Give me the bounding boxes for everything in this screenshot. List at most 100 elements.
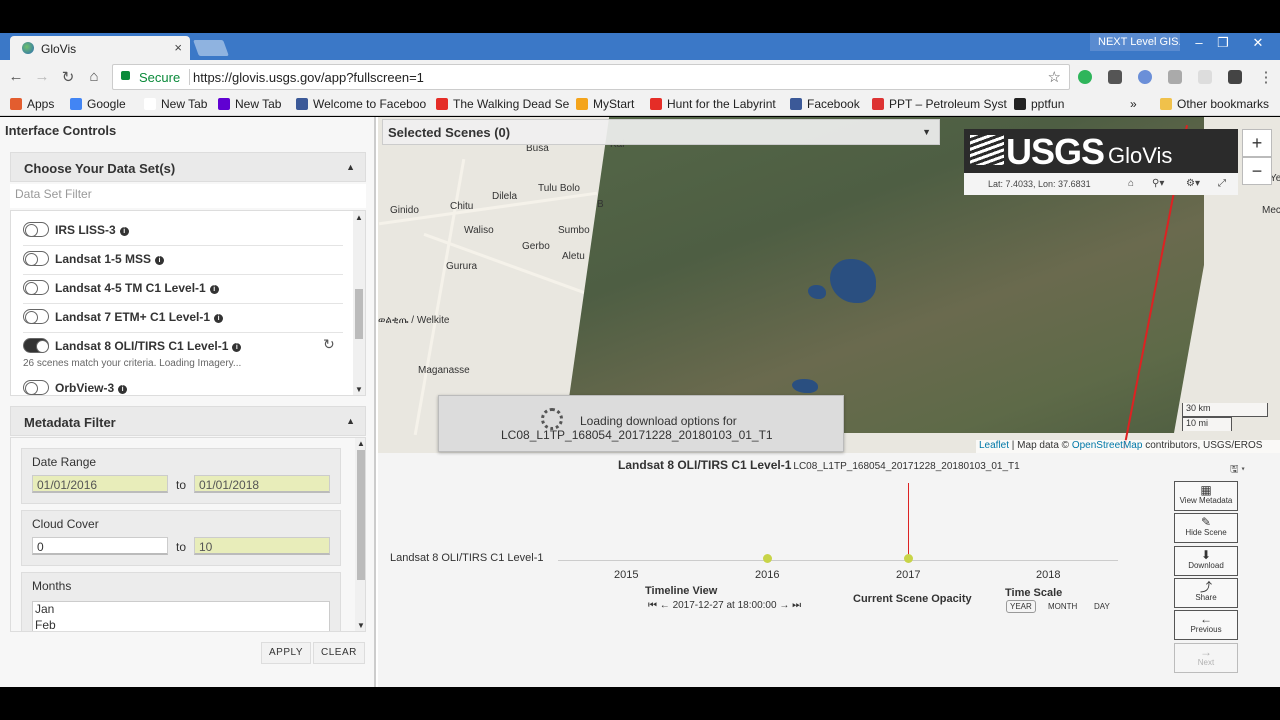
cloud-to-input[interactable]: 10 (194, 537, 330, 555)
bookmark-item[interactable]: New Tab (218, 97, 281, 111)
share-button[interactable]: ⤴ Share (1174, 578, 1238, 608)
scroll-thumb[interactable] (355, 289, 363, 339)
clear-button[interactable]: CLEAR (313, 642, 365, 664)
last-icon[interactable]: ⏭ (792, 600, 801, 611)
apply-button[interactable]: APPLY (261, 642, 311, 664)
grammarly-icon[interactable] (1078, 70, 1092, 84)
forward-button[interactable]: → (32, 68, 52, 85)
divider (23, 245, 343, 246)
star-icon[interactable]: ☆ (1048, 68, 1061, 86)
scroll-thumb[interactable] (357, 450, 365, 580)
scene-dot[interactable] (763, 554, 772, 563)
scale-month-button[interactable]: MONTH (1048, 602, 1077, 611)
bookmarks-bar: Apps Google New Tab New Tab Welcome to F… (0, 94, 1280, 116)
dataset-toggle[interactable] (23, 280, 49, 295)
month-option[interactable]: Jan (33, 602, 329, 618)
collapse-icon[interactable]: ▲ (346, 162, 355, 172)
dataset-filter-input[interactable]: Data Set Filter (10, 184, 366, 208)
first-icon[interactable]: ⏮ (648, 600, 657, 611)
info-icon[interactable]: i (155, 256, 165, 265)
scale-year-button[interactable]: YEAR (1006, 600, 1036, 613)
download-button[interactable]: ⬇ Download (1174, 546, 1238, 576)
dataset-toggle[interactable] (23, 380, 49, 395)
new-tab-button[interactable] (193, 40, 229, 56)
month-option[interactable]: Feb (33, 618, 329, 631)
arrow-right-icon: → (1200, 645, 1212, 659)
osm-link[interactable]: OpenStreetMap (1072, 440, 1143, 451)
chevron-down-icon[interactable]: ▼ (922, 127, 931, 137)
extension-icon[interactable] (1138, 70, 1152, 84)
dataset-scrollbar[interactable]: ▲ ▼ (353, 211, 365, 395)
other-bookmarks[interactable]: Other bookmarks (1160, 97, 1269, 111)
dataset-toggle-on[interactable] (23, 338, 49, 353)
bookmark-item[interactable]: The Walking Dead Se (436, 97, 569, 111)
hide-scene-button[interactable]: ✎ Hide Scene (1174, 513, 1238, 543)
scroll-down-icon[interactable]: ▼ (353, 385, 365, 394)
months-select[interactable]: Jan Feb (32, 601, 330, 631)
datasets-header[interactable]: Choose Your Data Set(s) ▲ (10, 152, 366, 182)
dataset-toggle[interactable] (23, 309, 49, 324)
scroll-down-icon[interactable]: ▼ (355, 621, 365, 630)
fullscreen-icon[interactable]: ⤢ (1218, 178, 1226, 189)
browser-toolbar: ← → ↻ ⌂ Secure https://glovis.usgs.gov/a… (0, 60, 1280, 94)
save-icon[interactable]: 🖫 ▾ (1230, 462, 1245, 479)
dataset-toggle[interactable] (23, 222, 49, 237)
bookmark-item[interactable]: Welcome to Faceboo (296, 97, 426, 111)
info-icon[interactable]: i (209, 285, 219, 294)
location-pin-icon[interactable]: ⚲▾ (1152, 178, 1164, 189)
home-icon[interactable]: ⌂ (1128, 178, 1134, 189)
to-label: to (176, 540, 187, 554)
bookmark-item[interactable]: Apps (10, 97, 54, 111)
mail-icon[interactable] (1228, 70, 1242, 84)
extension-icon[interactable] (1168, 70, 1182, 84)
dataset-toggle[interactable] (23, 251, 49, 266)
next-icon[interactable]: → (779, 600, 789, 611)
address-bar[interactable]: Secure https://glovis.usgs.gov/app?fulls… (112, 64, 1070, 90)
leaflet-link[interactable]: Leaflet (979, 440, 1009, 451)
scene-dot[interactable] (904, 554, 913, 563)
collapse-icon[interactable]: ▲ (346, 416, 355, 426)
gear-icon[interactable]: ⚙▾ (1186, 178, 1200, 189)
info-icon[interactable]: i (214, 314, 224, 323)
zoom-out-button[interactable]: − (1242, 157, 1272, 185)
menu-icon[interactable]: ⋮ (1256, 68, 1276, 86)
info-icon[interactable]: i (118, 385, 128, 394)
extension-icon[interactable] (1198, 70, 1212, 84)
scroll-up-icon[interactable]: ▲ (353, 213, 365, 222)
selected-scenes-bar[interactable]: Selected Scenes (0) ▼ (382, 119, 940, 145)
date-from-input[interactable]: 01/01/2016 (32, 475, 168, 493)
info-icon[interactable]: i (119, 227, 129, 236)
prev-icon[interactable]: ← (660, 600, 670, 611)
reload-button[interactable]: ↻ (58, 68, 78, 86)
bookmarks-overflow-icon[interactable]: » (1130, 97, 1137, 111)
scale-day-button[interactable]: DAY (1094, 602, 1110, 611)
refresh-icon[interactable]: ↻ (323, 336, 335, 353)
metadata-scrollbar[interactable]: ▲ ▼ (355, 438, 365, 631)
bookmark-item[interactable]: pptfun (1014, 97, 1064, 111)
home-button[interactable]: ⌂ (84, 68, 104, 85)
next-button[interactable]: → Next (1174, 643, 1238, 673)
bookmark-item[interactable]: Hunt for the Labyrint (650, 97, 776, 111)
current-scene-marker (908, 483, 909, 559)
tab-glovis[interactable]: GloVis × (10, 36, 190, 60)
previous-button[interactable]: ← Previous (1174, 610, 1238, 640)
scroll-up-icon[interactable]: ▲ (355, 439, 365, 448)
globe-icon (22, 42, 34, 54)
back-button[interactable]: ← (6, 68, 26, 85)
close-window-button[interactable]: ✕ (1243, 35, 1273, 51)
info-icon[interactable]: i (232, 343, 242, 352)
bookmark-item[interactable]: New Tab (144, 97, 207, 111)
tab-close-icon[interactable]: × (174, 40, 182, 55)
metadata-header[interactable]: Metadata Filter ▲ (10, 406, 366, 436)
download-ext-icon[interactable] (1108, 70, 1122, 84)
bookmark-item[interactable]: MyStart (576, 97, 634, 111)
zoom-in-button[interactable]: + (1242, 129, 1272, 157)
bookmark-item[interactable]: PPT – Petroleum Syst (872, 97, 1007, 111)
bookmark-item[interactable]: Facebook (790, 97, 860, 111)
view-metadata-button[interactable]: ▦ View Metadata (1174, 481, 1238, 511)
cloud-from-input[interactable]: 0 (32, 537, 168, 555)
bookmark-item[interactable]: Google (70, 97, 126, 111)
maximize-button[interactable]: ❐ (1208, 35, 1238, 51)
timeline-overlay (378, 453, 1280, 687)
date-to-input[interactable]: 01/01/2018 (194, 475, 330, 493)
